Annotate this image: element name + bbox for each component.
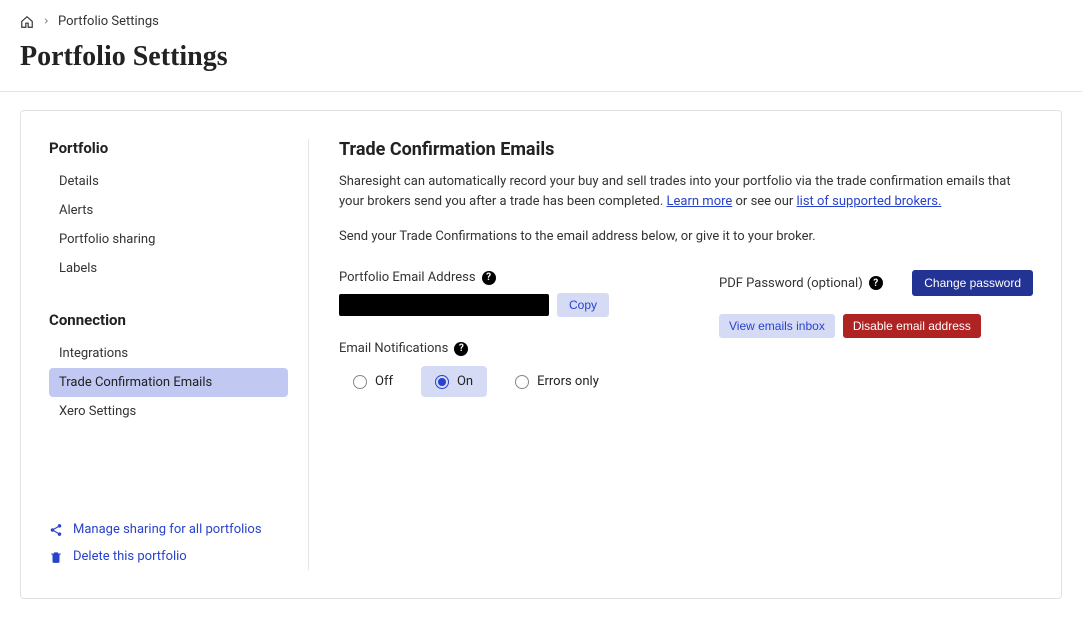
link-label: Delete this portfolio (73, 549, 187, 564)
notifications-label: Email Notifications ? (339, 341, 679, 356)
email-field-label: Portfolio Email Address ? (339, 270, 679, 285)
help-icon[interactable]: ? (454, 342, 468, 356)
radio-icon (353, 375, 367, 389)
sidebar-item-trade-confirmation-emails[interactable]: Trade Confirmation Emails (49, 368, 288, 397)
pdf-password-row: PDF Password (optional) ? Change passwor… (719, 270, 1033, 296)
disable-email-button[interactable]: Disable email address (843, 314, 981, 338)
radio-errors-only[interactable]: Errors only (501, 366, 613, 397)
email-row: Copy (339, 293, 679, 317)
breadcrumb-current: Portfolio Settings (58, 14, 159, 29)
breadcrumb: Portfolio Settings (0, 0, 1082, 39)
view-emails-inbox-button[interactable]: View emails inbox (719, 314, 835, 338)
notifications-section: Email Notifications ? Off On (339, 341, 679, 397)
sidebar-group-portfolio: Portfolio Details Alerts Portfolio shari… (49, 139, 288, 283)
right-buttons: View emails inbox Disable email address (719, 314, 1033, 338)
sidebar-group-title: Portfolio (49, 139, 288, 157)
trash-icon (49, 550, 63, 564)
learn-more-link[interactable]: Learn more (667, 194, 733, 209)
supported-brokers-link[interactable]: list of supported brokers. (797, 194, 942, 209)
radio-icon (435, 375, 449, 389)
help-icon[interactable]: ? (869, 276, 883, 290)
home-icon[interactable] (20, 15, 34, 29)
pdf-password-label: PDF Password (optional) ? (719, 276, 883, 291)
radio-icon (515, 375, 529, 389)
change-password-button[interactable]: Change password (912, 270, 1033, 296)
sidebar-group-title: Connection (49, 311, 288, 329)
sidebar-group-connection: Connection Integrations Trade Confirmati… (49, 311, 288, 426)
sidebar-list: Details Alerts Portfolio sharing Labels (49, 167, 288, 283)
divider (0, 91, 1082, 92)
sidebar-item-labels[interactable]: Labels (49, 254, 288, 283)
section-heading: Trade Confirmation Emails (339, 139, 1033, 160)
help-icon[interactable]: ? (482, 271, 496, 285)
sidebar-item-portfolio-sharing[interactable]: Portfolio sharing (49, 225, 288, 254)
columns: Portfolio Email Address ? Copy Email Not… (339, 270, 1033, 397)
sidebar-item-xero-settings[interactable]: Xero Settings (49, 397, 288, 426)
page-title: Portfolio Settings (0, 39, 1082, 91)
chevron-right-icon (42, 14, 50, 29)
sidebar-item-integrations[interactable]: Integrations (49, 339, 288, 368)
radio-off[interactable]: Off (339, 366, 407, 397)
radio-on[interactable]: On (421, 366, 487, 397)
portfolio-email-value (339, 294, 549, 316)
left-column: Portfolio Email Address ? Copy Email Not… (339, 270, 679, 397)
link-label: Manage sharing for all portfolios (73, 522, 262, 537)
settings-panel: Portfolio Details Alerts Portfolio shari… (20, 110, 1062, 599)
sidebar-item-details[interactable]: Details (49, 167, 288, 196)
sidebar: Portfolio Details Alerts Portfolio shari… (49, 139, 309, 570)
sidebar-item-alerts[interactable]: Alerts (49, 196, 288, 225)
sub-instruction: Send your Trade Confirmations to the ema… (339, 229, 1033, 244)
copy-button[interactable]: Copy (557, 293, 609, 317)
manage-sharing-link[interactable]: Manage sharing for all portfolios (49, 516, 288, 543)
radio-group: Off On Errors only (339, 366, 679, 397)
sidebar-list: Integrations Trade Confirmation Emails X… (49, 339, 288, 426)
main-content: Trade Confirmation Emails Sharesight can… (309, 139, 1033, 570)
right-column: PDF Password (optional) ? Change passwor… (719, 270, 1033, 338)
sidebar-footer: Manage sharing for all portfolios Delete… (49, 516, 288, 570)
delete-portfolio-link[interactable]: Delete this portfolio (49, 543, 288, 570)
share-icon (49, 523, 63, 537)
section-description: Sharesight can automatically record your… (339, 172, 1033, 211)
